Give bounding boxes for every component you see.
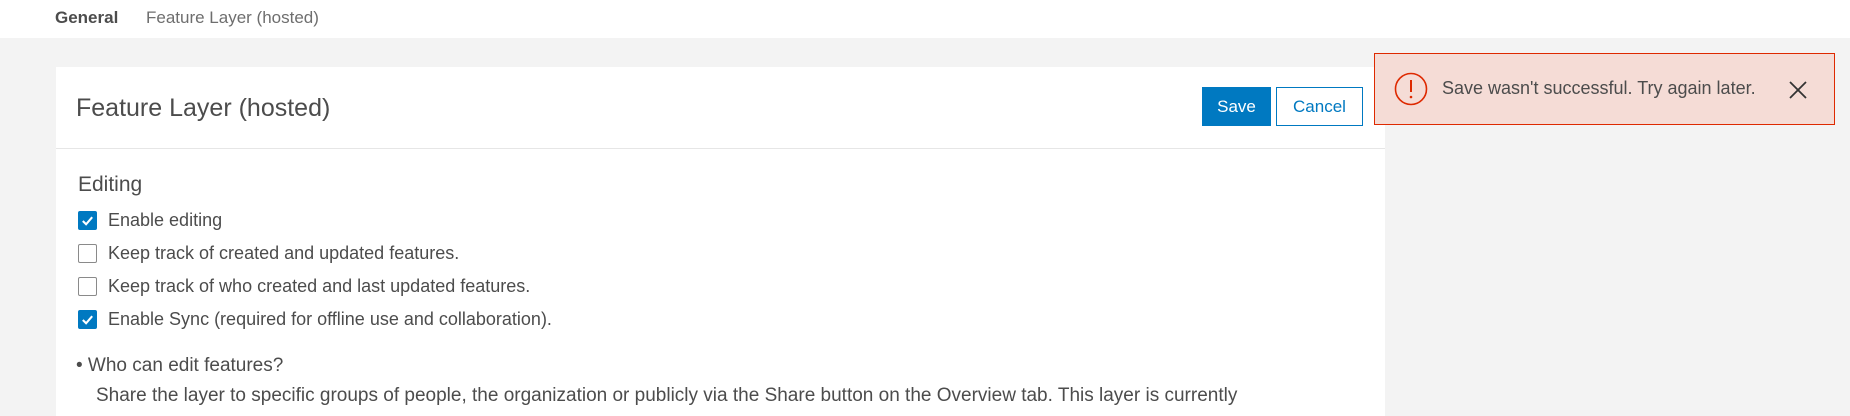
option-track-who[interactable]: Keep track of who created and last updat…	[78, 274, 530, 298]
editing-section-title: Editing	[78, 173, 143, 196]
tab-bar: General Feature Layer (hosted)	[0, 0, 1850, 38]
error-toast: Save wasn't successful. Try again later.	[1374, 53, 1835, 125]
enable-sync-checkbox[interactable]	[78, 309, 97, 329]
toast-message: Save wasn't successful. Try again later.	[1442, 78, 1756, 98]
option-enable-sync[interactable]: Enable Sync (required for offline use an…	[78, 307, 552, 331]
page-title: Feature Layer (hosted)	[76, 94, 331, 122]
checkmark-icon	[82, 315, 93, 325]
enable-sync-label: Enable Sync (required for offline use an…	[108, 308, 552, 329]
checkmark-icon	[82, 216, 93, 226]
track-who-label: Keep track of who created and last updat…	[108, 275, 531, 296]
close-icon[interactable]	[1786, 78, 1810, 102]
track-created-updated-checkbox[interactable]	[78, 243, 97, 263]
cancel-button[interactable]: Cancel	[1276, 87, 1363, 126]
settings-card: Feature Layer (hosted) Save Cancel Editi…	[56, 67, 1385, 416]
error-icon	[1394, 72, 1428, 106]
enable-editing-label: Enable editing	[108, 209, 223, 230]
save-button[interactable]: Save	[1202, 87, 1271, 126]
track-who-checkbox[interactable]	[78, 276, 97, 296]
who-can-edit-description: Share the layer to specific groups of pe…	[96, 385, 1238, 406]
tab-general[interactable]: General	[55, 8, 118, 28]
option-enable-editing[interactable]: Enable editing	[78, 208, 222, 232]
who-can-edit-heading: • Who can edit features?	[76, 355, 284, 376]
option-track-created-updated[interactable]: Keep track of created and updated featur…	[78, 241, 459, 265]
enable-editing-checkbox[interactable]	[78, 210, 97, 230]
card-header: Feature Layer (hosted) Save Cancel	[56, 67, 1385, 149]
tab-feature-layer[interactable]: Feature Layer (hosted)	[146, 8, 319, 28]
track-created-updated-label: Keep track of created and updated featur…	[108, 242, 460, 263]
